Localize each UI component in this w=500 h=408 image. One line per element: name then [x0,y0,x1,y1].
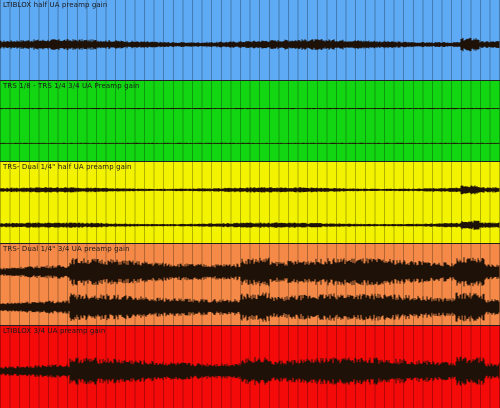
waveform-channel-1 [0,356,500,386]
waveform-channel-1 [0,37,500,52]
track-2-title: TRS- Dual 1/4" half UA preamp gain [3,163,132,171]
waveform-channel-1 [0,257,500,287]
track-4-title: LTIBLOX 3/4 UA preamp gain [3,327,106,335]
track-0[interactable]: LTIBLOX half UA preamp gain [0,0,500,81]
waveform-channel-2 [0,220,500,230]
waveform-channel-2 [0,142,500,144]
track-3-waveform [0,257,500,322]
track-4-waveform [0,356,500,386]
track-1-waveform [0,107,500,144]
waveform-channel-1 [0,185,500,195]
track-3[interactable]: TRS- Dual 1/4" 3/4 UA preamp gain [0,244,500,326]
track-0-title: LTIBLOX half UA preamp gain [3,1,108,9]
track-0-waveform [0,37,500,52]
waveform-channel-2 [0,292,500,322]
waveform-channel-1 [0,107,500,110]
track-1-title: TRS 1/8 - TRS 1/4 3/4 UA Preamp gain [3,82,140,90]
track-1[interactable]: TRS 1/8 - TRS 1/4 3/4 UA Preamp gain [0,81,500,162]
track-3-title: TRS- Dual 1/4" 3/4 UA preamp gain [3,245,130,253]
track-2[interactable]: TRS- Dual 1/4" half UA preamp gain [0,162,500,244]
track-4[interactable]: LTIBLOX 3/4 UA preamp gain [0,326,500,408]
track-2-waveform [0,185,500,230]
